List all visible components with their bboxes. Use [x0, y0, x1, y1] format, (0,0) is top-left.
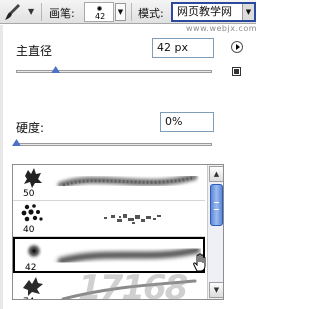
new-preset-icon[interactable] — [232, 67, 241, 76]
brush-stroke-preview — [104, 214, 161, 224]
site-watermark: www.webjx.com — [186, 24, 258, 33]
brush-stroke-preview — [57, 173, 198, 189]
panel-menu-arrow-icon[interactable] — [231, 41, 243, 53]
brush-tip-thumbnail-icon — [24, 168, 42, 188]
scroll-down-icon[interactable]: ▼ — [209, 282, 223, 298]
hardness-slider[interactable] — [16, 143, 212, 146]
options-toolbar: ▼ 画笔: 42 ▼ 模式: 网页教学网 ▼ — [0, 0, 256, 24]
brush-size-label: 42 — [25, 263, 37, 273]
brush-tool-icon[interactable] — [3, 2, 23, 22]
chevron-down-icon[interactable]: ▼ — [242, 4, 254, 20]
scrollbar-thumb[interactable] — [210, 184, 223, 226]
brush-tip-thumbnail-icon — [21, 204, 43, 222]
brush-picker-dropdown[interactable]: ▼ — [115, 3, 126, 21]
brush-stroke-preview — [57, 246, 201, 265]
master-diameter-slider[interactable] — [16, 70, 212, 73]
brush-size-label: 40 — [23, 225, 35, 235]
brush-size-label: 74 — [23, 297, 34, 299]
mode-select[interactable]: 网页教学网 ▼ — [171, 2, 256, 22]
brush-tip-thumbnail-icon — [25, 242, 43, 260]
brush-size-label: 50 — [23, 189, 35, 199]
brush-list-scrollbar[interactable]: ▲ ▼ — [207, 165, 223, 299]
divider — [41, 3, 42, 21]
brush-preset-item[interactable]: 50 — [13, 165, 205, 201]
panel-edge — [0, 25, 3, 309]
hardness-input[interactable]: 0% — [160, 112, 214, 132]
hardness-label: 硬度: — [16, 121, 45, 135]
brush-preset-item[interactable]: 40 — [13, 201, 205, 237]
master-diameter-label: 主直径 — [16, 44, 53, 58]
site-logo-watermark: 17168 — [78, 268, 188, 308]
tool-preset-dropdown-icon[interactable]: ▼ — [28, 7, 34, 16]
master-diameter-input[interactable]: 42 px — [152, 38, 214, 58]
mode-label: 模式: — [138, 7, 164, 20]
brush-label: 画笔: — [49, 7, 75, 20]
hand-cursor-icon — [193, 253, 206, 272]
brush-tip-icon — [97, 6, 102, 11]
scroll-up-icon[interactable]: ▲ — [209, 166, 223, 182]
mode-select-value: 网页教学网 — [177, 5, 232, 18]
brush-preset-button[interactable]: 42 — [84, 2, 114, 22]
brush-tip-thumbnail-icon — [23, 277, 43, 296]
divider — [131, 3, 132, 21]
brush-size-text: 42 — [95, 12, 106, 21]
